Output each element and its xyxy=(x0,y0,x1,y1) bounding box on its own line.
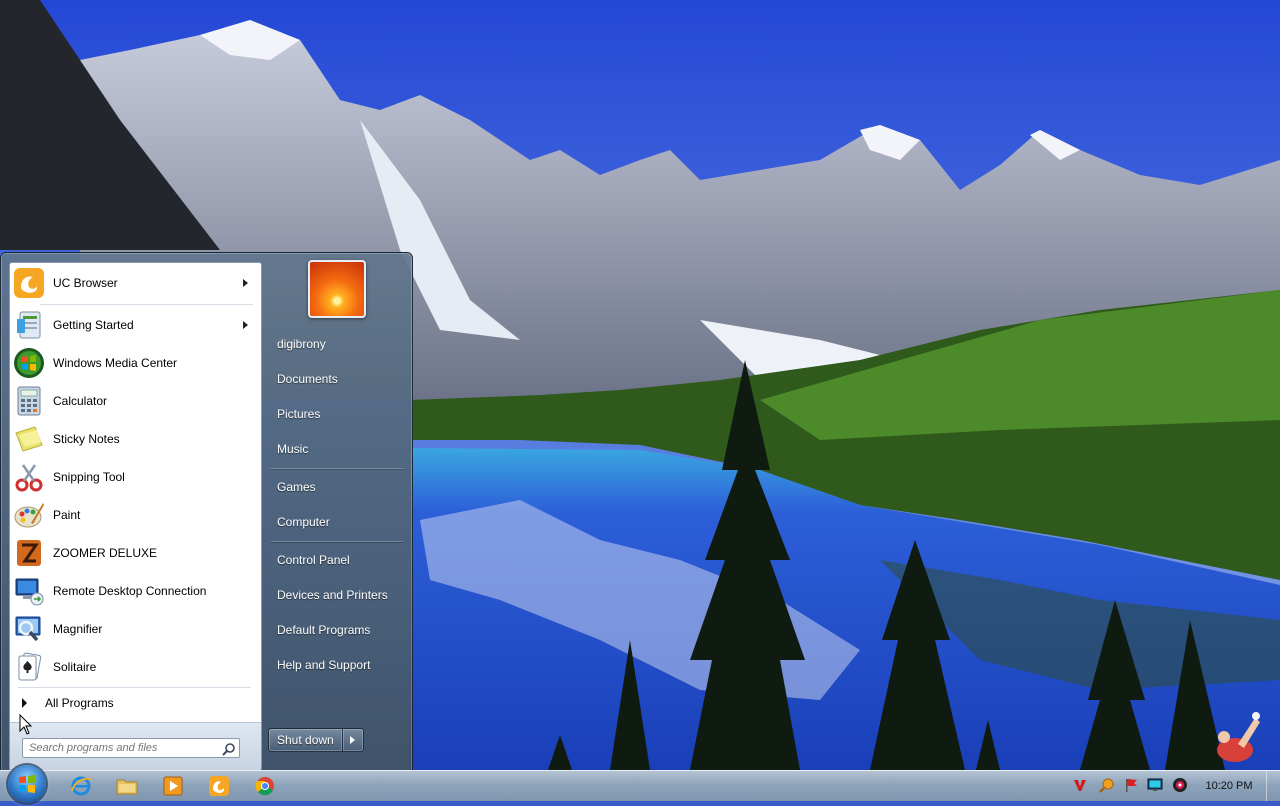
volume-icon[interactable] xyxy=(1172,777,1188,793)
program-snipping-tool[interactable]: Snipping Tool xyxy=(12,459,258,495)
link-pictures[interactable]: Pictures xyxy=(269,399,404,429)
link-label: Control Panel xyxy=(277,553,350,567)
program-calculator[interactable]: Calculator xyxy=(12,383,258,419)
link-music[interactable]: Music xyxy=(269,434,404,464)
program-label: Solitaire xyxy=(53,660,97,674)
all-programs-button[interactable]: All Programs xyxy=(12,691,258,715)
divider xyxy=(40,304,253,305)
mouse-cursor-icon xyxy=(19,714,33,735)
program-label: UC Browser xyxy=(53,276,118,290)
link-control-panel[interactable]: Control Panel xyxy=(269,545,404,575)
link-label: Pictures xyxy=(277,407,321,421)
program-label: ZOOMER DELUXE xyxy=(53,546,158,560)
program-magnifier[interactable]: Magnifier xyxy=(12,611,258,647)
shutdown-button[interactable]: Shut down xyxy=(268,728,343,752)
media-center-icon xyxy=(14,348,44,378)
link-default-programs[interactable]: Default Programs xyxy=(269,615,404,645)
uc-browser-icon[interactable] xyxy=(207,775,231,797)
link-computer[interactable]: Computer xyxy=(269,507,404,537)
antivirus-icon[interactable] xyxy=(1072,777,1088,793)
program-paint[interactable]: Paint xyxy=(12,497,258,533)
divider xyxy=(271,468,403,469)
windows-logo-icon xyxy=(19,775,35,793)
submenu-arrow-icon xyxy=(243,321,248,329)
program-label: Sticky Notes xyxy=(53,432,120,446)
program-label: Snipping Tool xyxy=(53,470,125,484)
sticky-notes-icon xyxy=(15,426,43,452)
calculator-icon xyxy=(17,386,41,416)
search-programs-input[interactable] xyxy=(22,738,240,758)
link-documents[interactable]: Documents xyxy=(269,364,404,394)
expand-arrow-icon xyxy=(22,698,27,708)
program-label: Paint xyxy=(53,508,81,522)
link-games[interactable]: Games xyxy=(269,472,404,502)
link-label: Documents xyxy=(277,372,338,386)
clock[interactable]: 10:20 PM xyxy=(1198,771,1260,801)
magnifier-icon xyxy=(15,616,41,642)
program-remote-desktop-connection[interactable]: Remote Desktop Connection xyxy=(12,573,258,609)
divider xyxy=(18,687,251,688)
search-tray-icon[interactable] xyxy=(1099,777,1115,793)
start-menu: UC Browser Getting Started Windows Media… xyxy=(0,252,413,772)
link-label: Music xyxy=(277,442,309,456)
user-account-picture[interactable] xyxy=(308,260,366,318)
program-zoomer-deluxe[interactable]: ZOOMER DELUXE xyxy=(12,535,258,571)
link-label: Games xyxy=(277,480,316,494)
program-label: Windows Media Center xyxy=(53,356,178,370)
network-icon[interactable] xyxy=(1147,777,1163,793)
uc-browser-icon xyxy=(14,268,44,298)
start-button[interactable] xyxy=(8,765,46,803)
chevron-right-icon xyxy=(350,736,356,744)
flag-icon[interactable] xyxy=(1123,777,1139,793)
getting-started-icon xyxy=(17,311,41,339)
program-label: Calculator xyxy=(53,394,108,408)
link-label: Default Programs xyxy=(277,623,371,637)
paint-icon xyxy=(14,503,44,528)
program-label: Remote Desktop Connection xyxy=(53,584,207,598)
link-label: Computer xyxy=(277,515,330,529)
program-uc-browser[interactable]: UC Browser xyxy=(12,265,258,301)
file-explorer-icon[interactable] xyxy=(115,775,139,797)
program-getting-started[interactable]: Getting Started xyxy=(12,307,258,343)
program-label: Magnifier xyxy=(53,622,103,636)
internet-explorer-icon[interactable] xyxy=(69,775,93,797)
divider xyxy=(271,541,403,542)
program-sticky-notes[interactable]: Sticky Notes xyxy=(12,421,258,457)
start-menu-programs-pane: UC Browser Getting Started Windows Media… xyxy=(9,262,262,771)
link-label: Devices and Printers xyxy=(277,588,388,602)
link-devices-and-printers[interactable]: Devices and Printers xyxy=(269,580,404,610)
zoomer-deluxe-icon xyxy=(17,540,41,566)
chrome-icon[interactable] xyxy=(253,775,277,797)
submenu-arrow-icon xyxy=(243,279,248,287)
remote-desktop-icon xyxy=(15,578,44,606)
user-name-label: digibrony xyxy=(277,337,326,351)
program-solitaire[interactable]: Solitaire xyxy=(12,649,258,685)
shutdown-group: Shut down xyxy=(268,728,364,752)
link-user-folder[interactable]: digibrony xyxy=(269,329,404,359)
link-help-and-support[interactable]: Help and Support xyxy=(269,650,404,680)
media-player-icon[interactable] xyxy=(161,775,185,797)
program-windows-media-center[interactable]: Windows Media Center xyxy=(12,345,258,381)
link-label: Help and Support xyxy=(277,658,371,672)
program-label: Getting Started xyxy=(53,318,134,332)
show-desktop-button[interactable] xyxy=(1266,771,1280,801)
search-box-area xyxy=(10,722,261,771)
shutdown-options-button[interactable] xyxy=(342,728,364,752)
solitaire-icon xyxy=(18,652,42,681)
search-icon[interactable] xyxy=(222,742,236,756)
taskbar: 10:20 PM xyxy=(0,765,1280,803)
snipping-tool-icon xyxy=(15,464,43,492)
all-programs-label: All Programs xyxy=(45,696,114,710)
